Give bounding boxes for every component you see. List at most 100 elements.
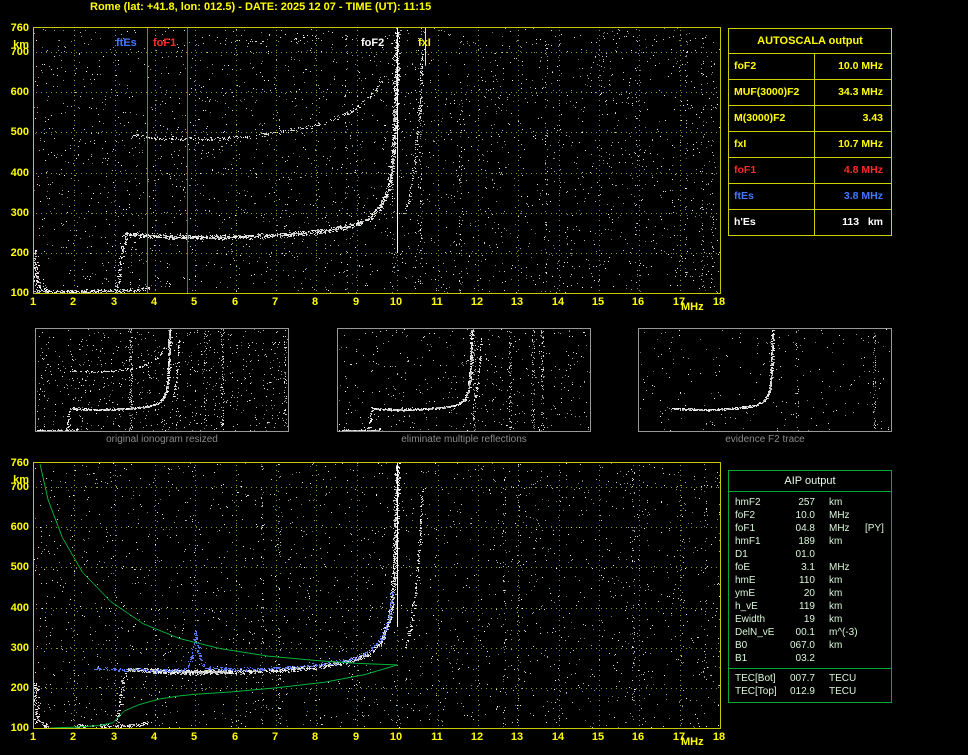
aip-row-unit: [815, 548, 863, 561]
aip-row-value: 007.7: [789, 673, 815, 684]
aip-row-extra: [863, 685, 891, 698]
aip-row-value: 03.2: [795, 653, 815, 664]
aip-row-label: D1: [735, 549, 748, 560]
aip-row-extra: [863, 672, 891, 685]
x-tick-label: 4: [150, 731, 158, 743]
x-tick-label: 10: [389, 731, 403, 743]
autoscala-row-label: foF2: [729, 54, 815, 79]
aip-row: foF2 10.0 MHz: [735, 509, 891, 522]
aip-row-label: Ewidth: [735, 614, 766, 625]
x-axis-unit-label: MHz: [681, 736, 704, 748]
aip-row-extra: [863, 548, 891, 561]
x-tick-label: 9: [352, 731, 360, 743]
aip-row-value: 067.0: [789, 640, 815, 651]
aip-row: h_vE 119 km: [735, 600, 891, 613]
aip-row-value: 257: [798, 497, 815, 508]
aip-row-value: 012.9: [789, 686, 815, 697]
thumbnail-multiple-reflections: [337, 328, 591, 432]
x-tick-label: 1: [29, 731, 37, 743]
autoscala-row: MUF(3000)F2 34.3 MHz: [729, 79, 891, 105]
autoscala-row: h'Es 113 km: [729, 209, 891, 235]
aip-row-unit: km: [829, 497, 843, 508]
aip-row-label: B1: [735, 653, 748, 664]
thumbnail-caption-original: original ionogram resized: [106, 434, 218, 445]
x-tick-label: 9: [352, 296, 360, 308]
x-tick-label: 7: [271, 731, 279, 743]
aip-row-unit: MHz: [829, 523, 850, 534]
aip-row-unit: TECU: [829, 686, 857, 697]
x-tick-label: 16: [631, 731, 645, 743]
aip-row-unit: km: [829, 640, 843, 651]
aip-row-unit: km: [829, 588, 843, 599]
autoscala-row-label: foF1: [729, 158, 815, 183]
foF1-marker-label: foF1: [153, 37, 177, 49]
autoscala-row-label: MUF(3000)F2: [729, 80, 815, 105]
aip-row: Ewidth 19 km: [735, 613, 891, 626]
autoscala-row: foF2 10.0 MHz: [729, 54, 891, 79]
foF2-marker-label: foF2: [361, 37, 385, 49]
y-axis-unit-label: km: [13, 474, 29, 486]
x-tick-label: 13: [510, 731, 524, 743]
autoscala-row-label: M(3000)F2: [729, 106, 815, 131]
aip-row-unit: km: [829, 601, 843, 612]
x-axis-unit-label: MHz: [681, 301, 704, 313]
aip-row-extra: [863, 613, 891, 626]
ionogram-canvas-bottom: [34, 463, 720, 728]
y-tick-label: 500: [10, 561, 29, 573]
aip-row-extra: [863, 509, 891, 522]
y-tick-label: 400: [10, 167, 29, 179]
x-tick-label: 10: [389, 296, 403, 308]
x-tick-label: 12: [470, 296, 484, 308]
thumbnail-canvas-original: [36, 329, 288, 431]
aip-row: D1 01.0: [735, 548, 891, 561]
aip-row: TEC[Top] 012.9 TECU: [735, 685, 891, 698]
aip-row: TEC[Bot] 007.7 TECU: [735, 672, 891, 685]
aip-row-label: h_vE: [735, 601, 758, 612]
aip-row-value: 01.0: [795, 549, 815, 560]
thumbnail-canvas-multiple-reflections: [338, 329, 590, 431]
aip-tec-separator: [729, 668, 891, 669]
y-tick-label: 760: [10, 457, 29, 469]
page-title: Rome (lat: +41.8, lon: 012.5) - DATE: 20…: [90, 1, 432, 13]
aip-row: foE 3.1 MHz: [735, 561, 891, 574]
aip-row: hmF1 189 km: [735, 535, 891, 548]
aip-row-label: B0: [735, 640, 748, 651]
aip-row-extra: [863, 587, 891, 600]
thumbnail-original-ionogram: [35, 328, 289, 432]
x-tick-label: 2: [69, 731, 77, 743]
autoscala-row-label: ftEs: [729, 184, 815, 209]
y-axis-unit-label: km: [13, 39, 29, 51]
aip-row-value: 110: [799, 575, 815, 586]
ionogram-canvas-top: [34, 28, 720, 293]
aip-row: DelN_vE 00.1 m^(-3): [735, 626, 891, 639]
aip-row-unit: TECU: [829, 673, 857, 684]
autoscala-row-value: 3.43: [862, 112, 883, 124]
y-tick-label: 600: [10, 521, 29, 533]
ionogram-plot-bottom: [33, 462, 721, 729]
x-tick-label: 5: [190, 296, 198, 308]
x-tick-label: 15: [591, 296, 605, 308]
aip-output-table: AIP output hmF2 257 km foF2 10.0 MHz foF1 04.8 M…: [728, 470, 892, 703]
x-tick-label: 14: [551, 731, 565, 743]
thumbnail-caption-multiple-reflections: eliminate multiple reflections: [401, 434, 527, 445]
aip-row-extra: [863, 496, 891, 509]
aip-row-label: DelN_vE: [735, 627, 775, 638]
aip-row-label: hmF2: [735, 497, 761, 508]
aip-row-value: 20: [803, 588, 815, 599]
thumbnail-caption-f2-trace: evidence F2 trace: [725, 434, 805, 445]
autoscala-table-rows: foF2 10.0 MHz MUF(3000)F2 34.3 MHz M(3000)F2…: [729, 54, 891, 235]
x-tick-label: 11: [431, 296, 443, 308]
aip-row-label: ymE: [735, 588, 755, 599]
y-tick-label: 400: [10, 602, 29, 614]
aip-row-extra: [863, 535, 891, 548]
aip-row: B0 067.0 km: [735, 639, 891, 652]
aip-row-value: 10.0: [795, 510, 815, 521]
aip-row: ymE 20 km: [735, 587, 891, 600]
autoscala-row: foF1 4.8 MHz: [729, 157, 891, 183]
aip-row-extra: [863, 626, 891, 639]
autoscala-row-value: 10.0 MHz: [838, 60, 883, 72]
aip-row-unit: MHz: [829, 562, 850, 573]
aip-row-value: 04.8: [795, 523, 815, 534]
x-tick-label: 11: [431, 731, 443, 743]
y-tick-label: 760: [10, 22, 29, 34]
